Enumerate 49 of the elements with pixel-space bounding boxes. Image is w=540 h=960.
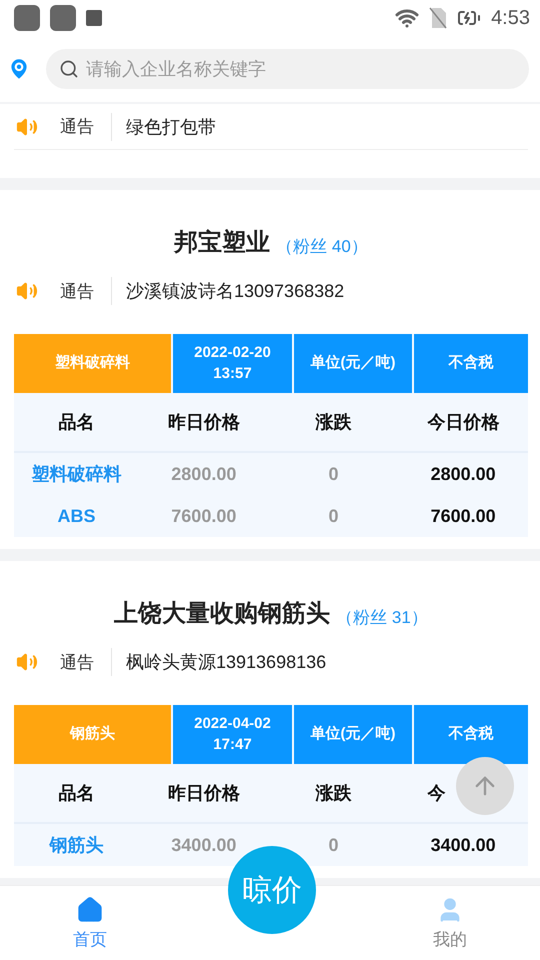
table-cell: 7600.00 xyxy=(171,506,236,526)
column-header: 昨日价格 xyxy=(168,782,240,805)
product-name[interactable]: 塑料破碎料 xyxy=(32,462,122,486)
notification-icon xyxy=(50,5,76,31)
no-sim-icon xyxy=(429,7,448,29)
table-cell: 0 xyxy=(328,464,338,484)
notice-label: 通告 xyxy=(52,277,112,305)
search-icon xyxy=(59,59,79,79)
column-header: 涨跌 xyxy=(315,411,352,434)
column-header: 今日价格 xyxy=(427,411,500,434)
column-header: 品名 xyxy=(58,411,94,434)
product-name[interactable]: 钢筋头 xyxy=(50,833,104,857)
tax-header: 不含税 xyxy=(414,705,528,764)
speaker-icon xyxy=(16,651,38,673)
notice-label: 通告 xyxy=(52,648,112,676)
date-header: 2022-04-02 17:47 xyxy=(173,705,292,764)
unit-header: 单位(元／吨) xyxy=(294,334,412,393)
fans-count: （粉丝 40） xyxy=(276,236,368,258)
company-name: 上饶大量收购钢筋头 xyxy=(114,599,330,629)
fans-count: （粉丝 31） xyxy=(336,607,428,629)
company-name: 邦宝塑业 xyxy=(174,228,270,258)
notice-text: 枫岭头黄源13913698136 xyxy=(126,651,326,674)
nav-tab[interactable]: 首页 xyxy=(0,886,180,960)
column-header: 昨日价格 xyxy=(168,411,240,434)
nav-tab[interactable]: 我的 xyxy=(360,886,540,960)
column-header: 今 xyxy=(427,782,446,805)
unit-header: 单位(元／吨) xyxy=(294,705,412,764)
speaker-icon xyxy=(16,280,38,302)
table-cell: 2800.00 xyxy=(171,464,236,484)
table-cell: 7600.00 xyxy=(430,506,496,526)
search-field[interactable]: 请输入企业名称关键字 xyxy=(46,49,529,89)
category-header: 塑料破碎料 xyxy=(14,334,171,393)
tax-header: 不含税 xyxy=(414,334,528,393)
table-cell: 3400.00 xyxy=(430,834,496,856)
date-header: 2022-02-20 13:57 xyxy=(173,334,292,393)
notice-label: 通告 xyxy=(52,112,112,140)
column-header: 涨跌 xyxy=(315,782,352,805)
notice-text: 绿色打包带 xyxy=(126,116,216,138)
table-cell: 0 xyxy=(328,834,338,856)
category-header: 钢筋头 xyxy=(14,705,171,764)
notice-text: 沙溪镇波诗名13097368382 xyxy=(126,280,344,303)
table-cell: 0 xyxy=(328,506,338,526)
clock: 4:53 xyxy=(491,6,530,30)
keyboard-icon xyxy=(86,10,102,26)
product-name[interactable]: ABS xyxy=(57,506,96,526)
column-header: 品名 xyxy=(58,782,94,805)
home-icon xyxy=(76,896,104,924)
table-cell: 2800.00 xyxy=(430,464,496,484)
notification-icon xyxy=(14,5,40,31)
